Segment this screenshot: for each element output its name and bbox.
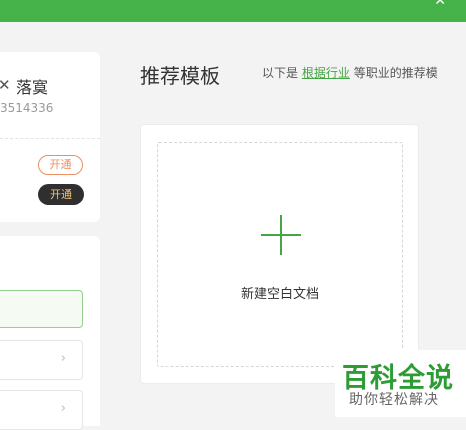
- template-card: 新建空白文档: [140, 124, 419, 384]
- chevron-right-icon: ›: [60, 351, 66, 366]
- side-menu-item-active[interactable]: [0, 290, 83, 328]
- user-name: 落寞: [16, 78, 49, 97]
- side-menu-item[interactable]: ›: [0, 340, 83, 380]
- side-menu-card: › ›: [0, 236, 100, 430]
- chevron-right-icon: ›: [60, 401, 66, 416]
- plus-icon: [261, 215, 301, 255]
- close-icon[interactable]: ✕: [434, 0, 446, 8]
- industry-link[interactable]: 根据行业: [302, 66, 350, 80]
- page-title: 推荐模板: [140, 64, 220, 88]
- side-menu-item[interactable]: ›: [0, 390, 83, 430]
- divider: [0, 138, 100, 139]
- new-document-label: 新建空白文档: [240, 287, 319, 302]
- top-bar: ✕: [0, 0, 466, 22]
- description-suffix: 等职业的推荐模: [353, 66, 438, 80]
- recommend-description: 以下是 根据行业 等职业的推荐模: [262, 64, 438, 81]
- watermark-subtitle: 助你轻松解决: [349, 392, 439, 408]
- watermark-logo: 百科全说 助你轻松解决: [335, 350, 466, 417]
- description-prefix: 以下是: [262, 66, 299, 80]
- user-name-prefix-icon: ✕: [0, 76, 11, 94]
- user-card: ✕ 落寞 3514336 开通 开通: [0, 52, 100, 222]
- user-id: 3514336: [0, 101, 54, 115]
- open-vip-button[interactable]: 开通: [38, 184, 84, 205]
- open-membership-button[interactable]: 开通: [38, 155, 83, 175]
- new-blank-document-button[interactable]: 新建空白文档: [157, 142, 403, 367]
